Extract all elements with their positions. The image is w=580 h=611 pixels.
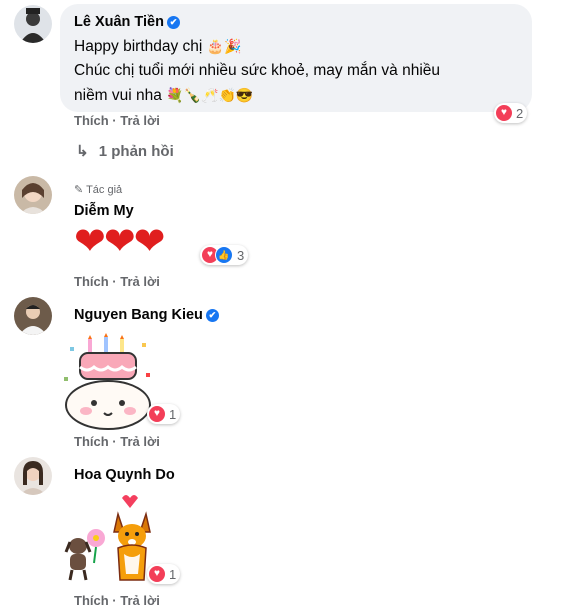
comment-text-line: Happy birthday chị [74,38,203,55]
pencil-icon: ✎ [74,184,84,196]
heart-reaction-icon: ♥ [149,406,165,422]
author-badge: ✎ Tác giả [74,183,122,196]
replies-count-label: 1 phản hồi [98,143,174,160]
reaction-summary[interactable]: ♥ 1 [147,564,181,584]
verified-icon: ✔ [166,16,180,29]
reaction-summary[interactable]: ♥ 1 [147,404,181,424]
cake-party-emoji: 🎂🎉 [206,38,242,54]
dogs-with-flower-sticker [60,492,160,591]
reaction-count: 2 [516,105,524,121]
heart-reaction-icon: ♥ [149,566,165,582]
heart-reaction-icon: ♥ [496,105,512,121]
author-badge-label: Tác giả [86,184,123,196]
reaction-count: 1 [169,406,177,422]
reply-link[interactable]: Trả lời [120,434,160,449]
reply-link[interactable]: Trả lời [120,593,160,608]
comment-author[interactable]: Lê Xuân Tiền [74,14,164,30]
comment-author[interactable]: Diễm My [74,203,134,219]
comment-text-line: niềm vui nha [74,87,162,104]
heart-emoji-comment: ❤❤❤ [74,221,166,263]
reply-arrow-icon: ↳ [76,143,89,160]
like-link[interactable]: Thích [74,274,109,289]
celebration-emoji: 💐🍾🥂👏😎 [166,87,254,103]
like-reaction-icon: 👍 [215,246,233,264]
reply-link[interactable]: Trả lời [120,274,160,289]
comment-author[interactable]: Hoa Quynh Do [74,467,175,483]
reaction-count: 1 [169,566,177,582]
like-link[interactable]: Thích [74,593,109,608]
reaction-count: 3 [237,247,245,263]
like-link[interactable]: Thích [74,434,109,449]
reaction-summary[interactable]: ♥ 2 [494,103,528,123]
comment-text-line: Chúc chị tuổi mới nhiều sức khoẻ, may mắ… [74,62,441,79]
avatar[interactable] [14,297,52,335]
view-replies-link[interactable]: ↳ 1 phản hồi [76,142,174,160]
comment-bubble: Lê Xuân Tiền ✔ Happy birthday chị 🎂🎉 Chúc… [60,4,532,112]
like-link[interactable]: Thích [74,113,109,128]
reaction-summary[interactable]: ♥ 👍 3 [200,245,249,265]
avatar[interactable] [14,176,52,214]
avatar[interactable] [14,5,52,43]
birthday-cake-sticker [58,333,158,436]
avatar[interactable] [14,457,52,495]
comment-author[interactable]: Nguyen Bang Kieu [74,307,203,323]
reply-link[interactable]: Trả lời [120,113,160,128]
verified-icon: ✔ [205,309,219,322]
